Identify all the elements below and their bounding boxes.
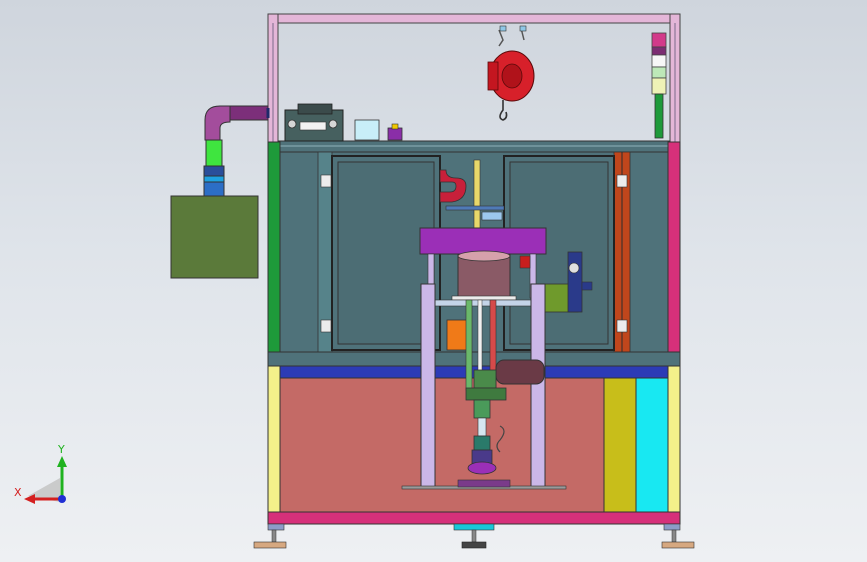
- triad-y-label: Y: [57, 443, 65, 456]
- triad-y-arrow: [57, 456, 67, 467]
- control-box: [170, 195, 259, 279]
- triad-z-axis: [58, 495, 66, 503]
- duct-pipe: [203, 105, 270, 197]
- coordinate-triad[interactable]: Y X: [14, 443, 67, 504]
- hoist: [487, 25, 535, 121]
- orange-block: [446, 319, 468, 351]
- middle-base-rail: [267, 351, 681, 367]
- cad-viewport[interactable]: Y X: [0, 0, 867, 562]
- top-shelf: [277, 103, 671, 153]
- signal-tower: [651, 32, 667, 139]
- leveling-feet: [253, 523, 695, 549]
- triad-x-label: X: [14, 486, 22, 499]
